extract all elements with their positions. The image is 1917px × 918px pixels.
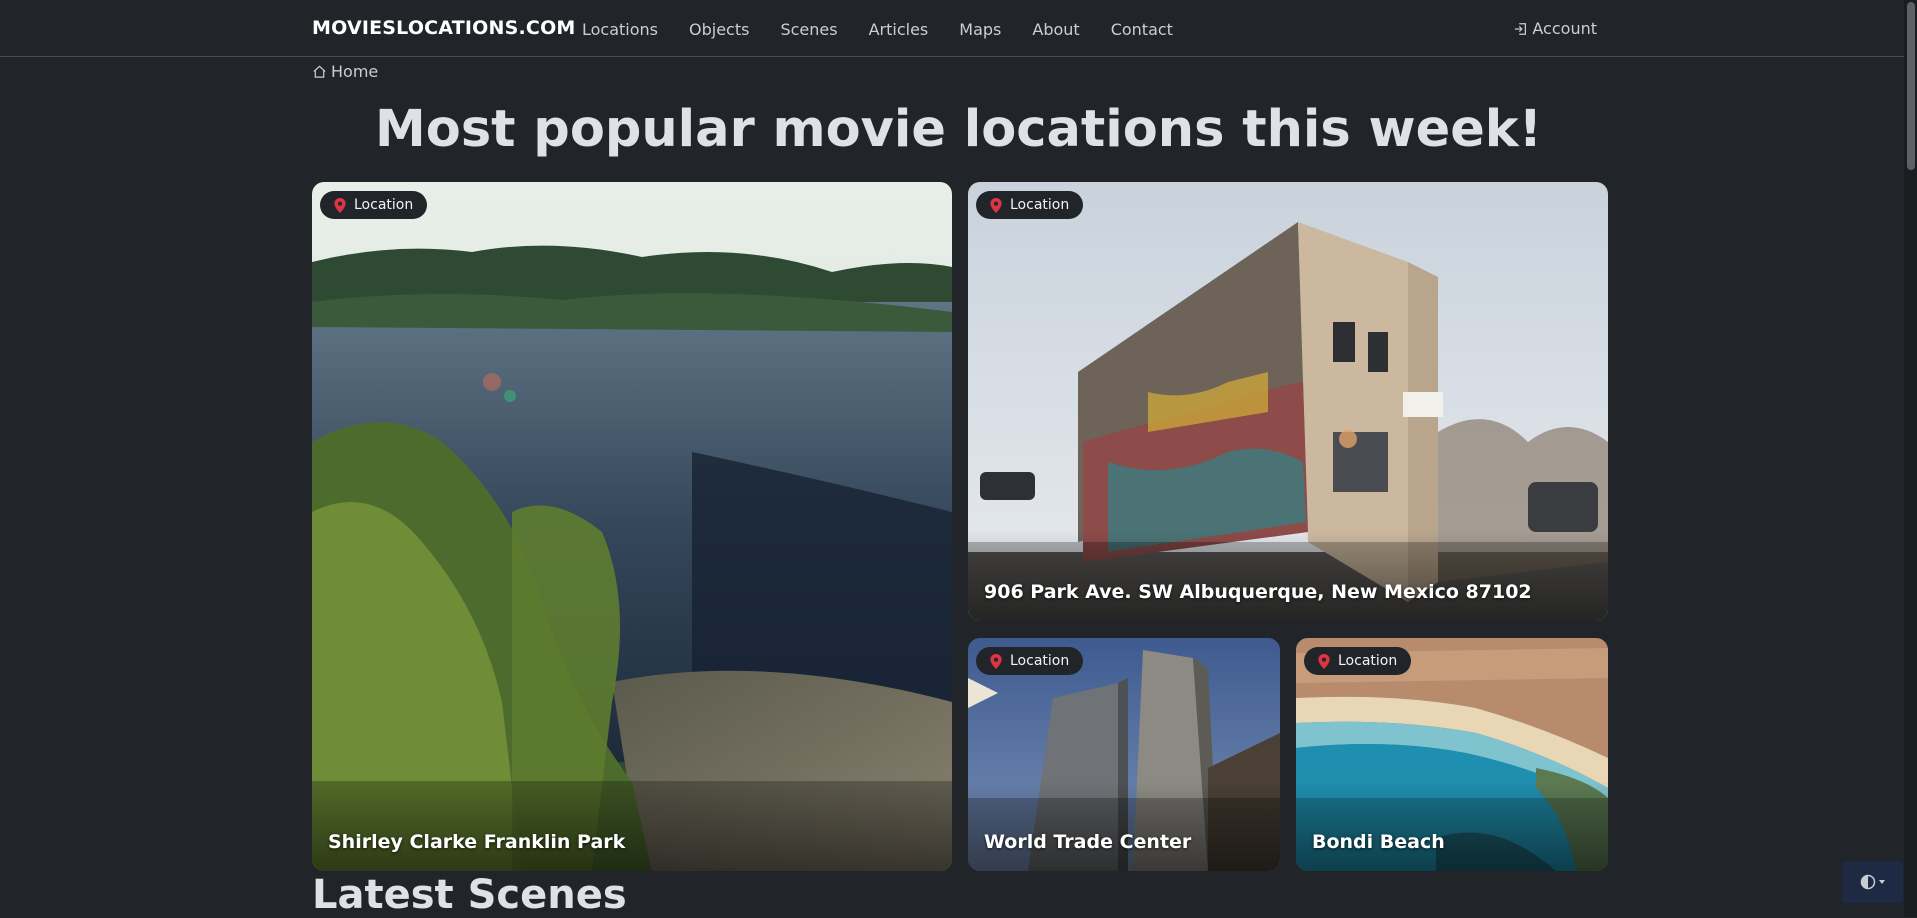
main-nav: Locations Objects Scenes Articles Maps A… bbox=[582, 20, 1204, 39]
account-label: Account bbox=[1532, 19, 1597, 38]
map-pin-icon bbox=[334, 197, 346, 213]
home-icon bbox=[313, 65, 326, 78]
location-badge: Location bbox=[976, 191, 1084, 219]
nav-link-articles[interactable]: Articles bbox=[869, 20, 929, 39]
nav-link-locations[interactable]: Locations bbox=[582, 20, 658, 39]
badge-label: Location bbox=[354, 197, 414, 213]
nav-link-maps[interactable]: Maps bbox=[959, 20, 1001, 39]
theme-toggle-button[interactable] bbox=[1842, 861, 1903, 903]
location-badge: Location bbox=[976, 647, 1084, 675]
location-badge: Location bbox=[320, 191, 428, 219]
nav-link-scenes[interactable]: Scenes bbox=[780, 20, 837, 39]
login-icon bbox=[1515, 22, 1527, 35]
badge-label: Location bbox=[1010, 197, 1070, 213]
location-card-906-park-ave[interactable]: Location 906 Park Ave. SW Albuquerque, N… bbox=[968, 182, 1608, 621]
map-pin-icon bbox=[1318, 653, 1330, 669]
breadcrumb-home: Home bbox=[331, 62, 379, 81]
page-scrollbar[interactable] bbox=[1904, 0, 1917, 917]
account-link[interactable]: Account bbox=[1514, 19, 1597, 38]
nav-link-about[interactable]: About bbox=[1032, 20, 1079, 39]
location-card-bondi-beach[interactable]: Location Bondi Beach bbox=[1296, 638, 1608, 871]
top-navbar: MOVIESLOCATIONS.COM Locations Objects Sc… bbox=[0, 0, 1917, 57]
breadcrumb[interactable]: Home bbox=[312, 62, 378, 81]
contrast-icon bbox=[1860, 874, 1885, 890]
card-shade bbox=[312, 781, 952, 871]
card-title[interactable]: Shirley Clarke Franklin Park bbox=[328, 831, 625, 853]
badge-label: Location bbox=[1338, 653, 1398, 669]
map-pin-icon bbox=[990, 653, 1002, 669]
card-shade bbox=[1296, 781, 1608, 871]
card-shade bbox=[968, 781, 1280, 871]
card-shade bbox=[968, 531, 1608, 621]
location-card-shirley-clarke-franklin-park[interactable]: Location Shirley Clarke Franklin Park bbox=[312, 182, 952, 871]
location-card-world-trade-center[interactable]: Location World Trade Center bbox=[968, 638, 1280, 871]
nav-link-contact[interactable]: Contact bbox=[1111, 20, 1173, 39]
card-title[interactable]: 906 Park Ave. SW Albuquerque, New Mexico… bbox=[984, 581, 1532, 603]
site-brand[interactable]: MOVIESLOCATIONS.COM bbox=[312, 17, 576, 39]
card-title[interactable]: Bondi Beach bbox=[1312, 831, 1445, 853]
location-photo bbox=[312, 182, 952, 871]
badge-label: Location bbox=[1010, 653, 1070, 669]
location-badge: Location bbox=[1304, 647, 1412, 675]
latest-scenes-heading: Latest Scenes bbox=[312, 872, 627, 918]
card-title[interactable]: World Trade Center bbox=[984, 831, 1191, 853]
scrollbar-thumb[interactable] bbox=[1907, 2, 1915, 170]
page-title: Most popular movie locations this week! bbox=[375, 100, 1542, 159]
map-pin-icon bbox=[990, 197, 1002, 213]
nav-link-objects[interactable]: Objects bbox=[689, 20, 749, 39]
